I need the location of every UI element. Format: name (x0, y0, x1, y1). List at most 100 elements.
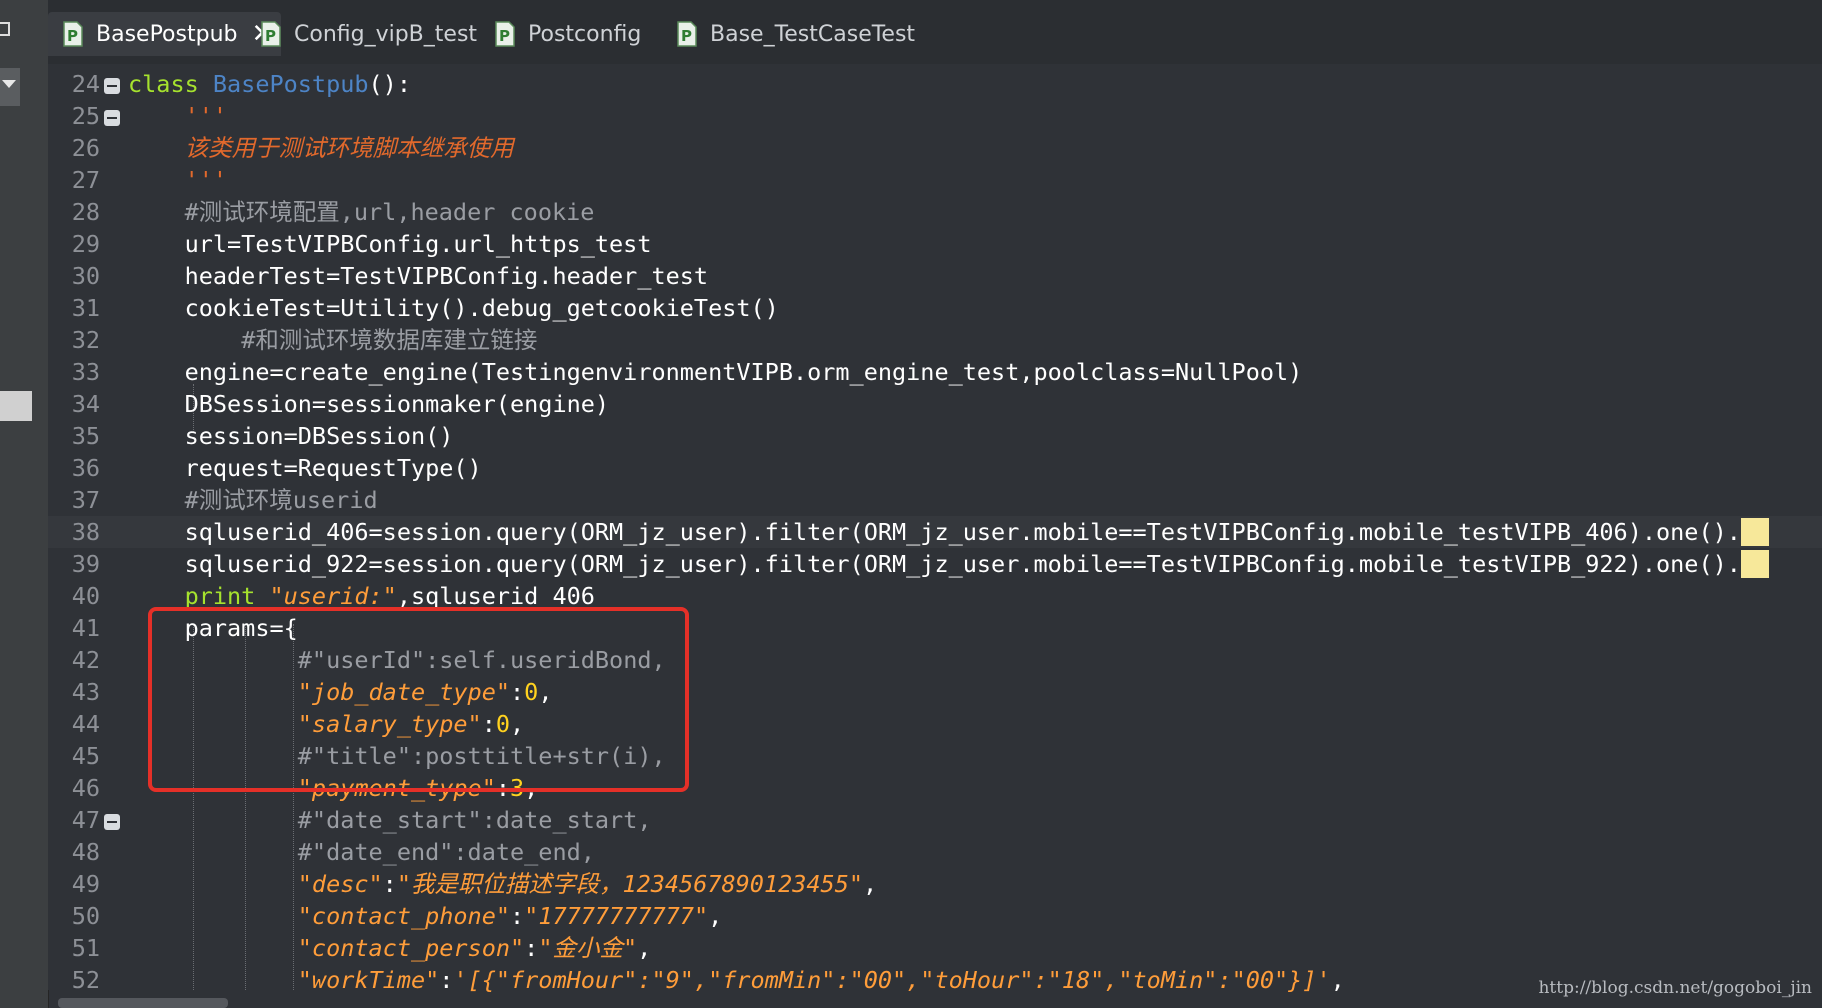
line-number: 38 (71, 518, 100, 546)
code-token: class (128, 70, 213, 98)
line-number: 30 (71, 262, 100, 290)
code-line[interactable]: 25 ''' (48, 100, 1822, 132)
code-token: headerTest=TestVIPBConfig.header_test (128, 262, 709, 290)
code-token: "workTime" (297, 966, 440, 994)
line-number: 50 (71, 902, 100, 930)
code-token: engine=create_engine(TestingenvironmentV… (128, 358, 1303, 386)
code-text: cookieTest=Utility().debug_getcookieTest… (128, 294, 779, 322)
line-number: 28 (71, 198, 100, 226)
code-text: headerTest=TestVIPBConfig.header_test (128, 262, 709, 290)
code-line[interactable]: 30 headerTest=TestVIPBConfig.header_test (48, 260, 1822, 292)
code-text: sqluserid_922=session.query(ORM_jz_user)… (128, 550, 1770, 578)
svg-text:P: P (499, 27, 510, 45)
dropdown-arrow-icon[interactable] (0, 68, 20, 106)
fold-collapse-icon[interactable] (104, 77, 120, 94)
code-text: ''' (128, 166, 227, 194)
code-token: ''' (128, 166, 228, 194)
code-line[interactable]: 35 session=DBSession() (48, 420, 1822, 452)
line-number: 27 (71, 166, 100, 194)
code-editor[interactable]: 24 class BasePostpub(): 25 ''' 26 该类用于测试环境脚… (48, 64, 1822, 994)
code-text: DBSession=sessionmaker(engine) (128, 390, 609, 418)
line-number: 33 (71, 358, 100, 386)
code-token: "userid:" (269, 582, 397, 610)
code-token: "我是职位描述字段，1234567890123455" (396, 870, 863, 898)
code-line[interactable]: 51 "contact_person":"金小金", (48, 932, 1822, 964)
red-highlight-box (148, 607, 689, 792)
code-line[interactable]: 28 #测试环境配置,url,header cookie (48, 196, 1822, 228)
fold-collapse-icon[interactable] (104, 813, 120, 830)
line-number: 49 (71, 870, 100, 898)
python-file-icon: P (261, 21, 281, 47)
code-token: DBSession=sessionmaker(engine) (128, 390, 610, 418)
code-text: session=DBSession() (128, 422, 454, 450)
code-token: sqluserid_406=session.query(ORM_jz_user)… (128, 518, 1741, 546)
code-text: #测试环境配置,url,header cookie (128, 198, 595, 226)
python-file-icon: P (495, 21, 515, 47)
code-token: url=TestVIPBConfig.url_https_test (128, 230, 652, 258)
line-number: 32 (71, 326, 100, 354)
code-line[interactable]: 33 engine=create_engine(Testingenvironme… (48, 356, 1822, 388)
code-token: #"date_end":date_end, (297, 838, 595, 866)
code-line[interactable]: 38 sqluserid_406=session.query(ORM_jz_us… (48, 516, 1822, 548)
code-text: "desc":"我是职位描述字段，1234567890123455", (128, 870, 877, 898)
panel-toggle-icon[interactable] (0, 22, 10, 36)
svg-text:P: P (67, 27, 78, 45)
code-token: , (708, 902, 723, 930)
code-text: #"date_end":date_end, (128, 838, 595, 866)
code-line[interactable]: 27 ''' (48, 164, 1822, 196)
code-line[interactable]: 34 DBSession=sessionmaker(engine) (48, 388, 1822, 420)
code-line[interactable]: 32 #和测试环境数据库建立链接 (48, 324, 1822, 356)
code-token: "contact_person" (297, 934, 525, 962)
code-line[interactable]: 26 该类用于测试环境脚本继承使用 (48, 132, 1822, 164)
code-text: "contact_person":"金小金", (128, 934, 651, 962)
code-line[interactable]: 36 request=RequestType() (48, 452, 1822, 484)
line-number: 51 (71, 934, 100, 962)
line-number: 34 (71, 390, 100, 418)
code-text: "workTime":'[{"fromHour":"9","fromMin":"… (128, 966, 1345, 994)
tab-config-vipb-test[interactable]: P Config_vipB_test (246, 12, 477, 56)
line-number: 48 (71, 838, 100, 866)
code-line[interactable]: 49 "desc":"我是职位描述字段，1234567890123455", (48, 868, 1822, 900)
panel-selection-highlight[interactable] (0, 391, 32, 421)
line-number: 24 (71, 70, 100, 98)
watermark: http://blog.csdn.net/gogoboi_jin (1538, 978, 1812, 998)
code-token: BasePostpub (212, 70, 369, 98)
code-text: 该类用于测试环境脚本继承使用 (128, 134, 514, 162)
tab-label: Postconfig (528, 21, 642, 47)
code-token: #测试环境userid (184, 486, 378, 514)
code-token: request=RequestType() (128, 454, 482, 482)
line-number: 40 (71, 582, 100, 610)
code-line[interactable]: 37 #测试环境userid (48, 484, 1822, 516)
tab-postconfig[interactable]: P Postconfig (480, 12, 641, 56)
code-line[interactable]: 39 sqluserid_922=session.query(ORM_jz_us… (48, 548, 1822, 580)
tab-base-testcasetest[interactable]: P Base_TestCaseTest (662, 12, 915, 56)
code-token: , (863, 870, 878, 898)
line-number: 43 (71, 678, 100, 706)
code-text: sqluserid_406=session.query(ORM_jz_user)… (128, 518, 1770, 546)
line-number: 44 (71, 710, 100, 738)
code-line[interactable]: 24 class BasePostpub(): (48, 68, 1822, 100)
code-token: , (637, 934, 652, 962)
code-token: (): (368, 70, 411, 98)
editor-tab-bar: P BasePostpub ✕ P Config_vipB_test P Pos… (48, 0, 1822, 65)
line-number: 29 (71, 230, 100, 258)
line-number: 41 (71, 614, 100, 642)
line-number: 52 (71, 966, 100, 994)
code-line[interactable]: 47 #"date_start":date_start, (48, 804, 1822, 836)
code-token: : (382, 870, 397, 898)
line-number: 25 (71, 102, 100, 130)
code-text: #"date_start":date_start, (128, 806, 652, 834)
code-token: 该类用于测试环境脚本继承使用 (184, 134, 514, 162)
code-token: : (524, 934, 539, 962)
code-line[interactable]: 48 #"date_end":date_end, (48, 836, 1822, 868)
code-line[interactable]: 29 url=TestVIPBConfig.url_https_test (48, 228, 1822, 260)
svg-text:P: P (681, 27, 692, 45)
horizontal-scrollbar[interactable] (58, 998, 228, 1008)
fold-collapse-icon[interactable] (104, 109, 120, 126)
code-line[interactable]: 50 "contact_phone":"17777777777", (48, 900, 1822, 932)
code-line[interactable]: 31 cookieTest=Utility().debug_getcookieT… (48, 292, 1822, 324)
line-number: 37 (71, 486, 100, 514)
